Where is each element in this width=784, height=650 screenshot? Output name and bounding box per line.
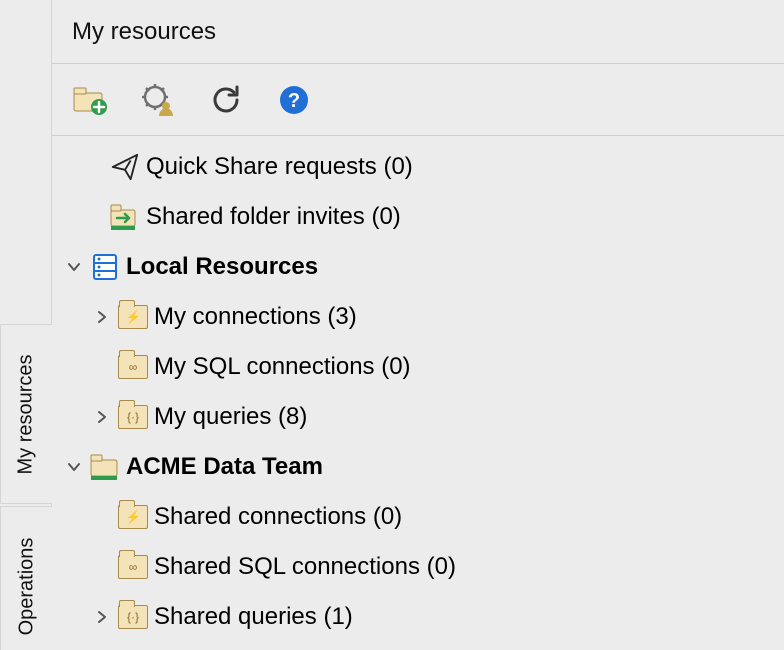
new-folder-button[interactable] (72, 82, 108, 118)
tree-item-acme[interactable]: ACME Data Team (52, 442, 784, 492)
tree-item-label: My queries (8) (154, 403, 307, 431)
tree-item-label: ACME Data Team (126, 453, 323, 481)
tab-operations[interactable]: Operations (0, 506, 52, 650)
chevron-right-icon[interactable] (88, 309, 116, 325)
folder-connection-icon: ⚡ (116, 500, 150, 534)
tree-item-local-resources[interactable]: Local Resources (52, 242, 784, 292)
tree-item-quick-share[interactable]: Quick Share requests (0) (100, 142, 784, 192)
shared-folder-icon (108, 200, 142, 234)
toolbar: ? (52, 64, 784, 136)
folder-queries-icon: {·} (116, 400, 150, 434)
folder-sql-icon: ∞ (116, 550, 150, 584)
storage-icon (88, 250, 122, 284)
tree-item-label: Shared SQL connections (0) (154, 553, 456, 581)
tree-item-label: My connections (3) (154, 303, 357, 331)
help-icon: ? (279, 85, 309, 115)
team-folder-icon (88, 450, 122, 484)
panel-title: My resources (72, 18, 216, 46)
panel: My resources (52, 0, 784, 650)
folder-connection-icon: ⚡ (116, 300, 150, 334)
panel-title-bar: My resources (52, 0, 784, 64)
refresh-button[interactable] (208, 82, 244, 118)
svg-text:?: ? (288, 90, 300, 112)
folder-plus-icon (73, 85, 107, 115)
tree-item-label: Shared connections (0) (154, 503, 402, 531)
side-tabs: My resources Operations (0, 0, 52, 650)
tree-item-label: Shared queries (1) (154, 603, 353, 631)
chevron-down-icon[interactable] (60, 259, 88, 275)
tree-item-shared-invites[interactable]: Shared folder invites (0) (100, 192, 784, 242)
folder-queries-icon: {·} (116, 600, 150, 634)
app-root: My resources Operations My resources (0, 0, 784, 650)
tree-item-label: My SQL connections (0) (154, 353, 411, 381)
resource-tree: Quick Share requests (0) Shared folder i… (52, 136, 784, 650)
config-button[interactable] (140, 82, 176, 118)
help-button[interactable]: ? (276, 82, 312, 118)
tree-item-shared-sql-connections[interactable]: ∞ Shared SQL connections (0) (80, 542, 784, 592)
tree-item-my-queries[interactable]: {·} My queries (8) (80, 392, 784, 442)
tree-item-shared-connections[interactable]: ⚡ Shared connections (0) (80, 492, 784, 542)
tab-my-resources[interactable]: My resources (0, 324, 52, 504)
chevron-right-icon[interactable] (88, 409, 116, 425)
tree-item-shared-queries[interactable]: {·} Shared queries (1) (80, 592, 784, 642)
refresh-icon (209, 83, 243, 117)
tree-item-label: Shared folder invites (0) (146, 203, 401, 231)
tree-item-my-connections[interactable]: ⚡ My connections (3) (80, 292, 784, 342)
tree-item-label: Quick Share requests (0) (146, 153, 413, 181)
chevron-right-icon[interactable] (88, 609, 116, 625)
tree-item-my-sql-connections[interactable]: ∞ My SQL connections (0) (80, 342, 784, 392)
tree-item-label: Local Resources (126, 253, 318, 281)
gear-user-icon (141, 83, 175, 117)
tab-my-resources-label: My resources (15, 354, 38, 474)
tab-operations-label: Operations (15, 538, 38, 636)
paper-plane-icon (108, 150, 142, 184)
chevron-down-icon[interactable] (60, 459, 88, 475)
folder-sql-icon: ∞ (116, 350, 150, 384)
